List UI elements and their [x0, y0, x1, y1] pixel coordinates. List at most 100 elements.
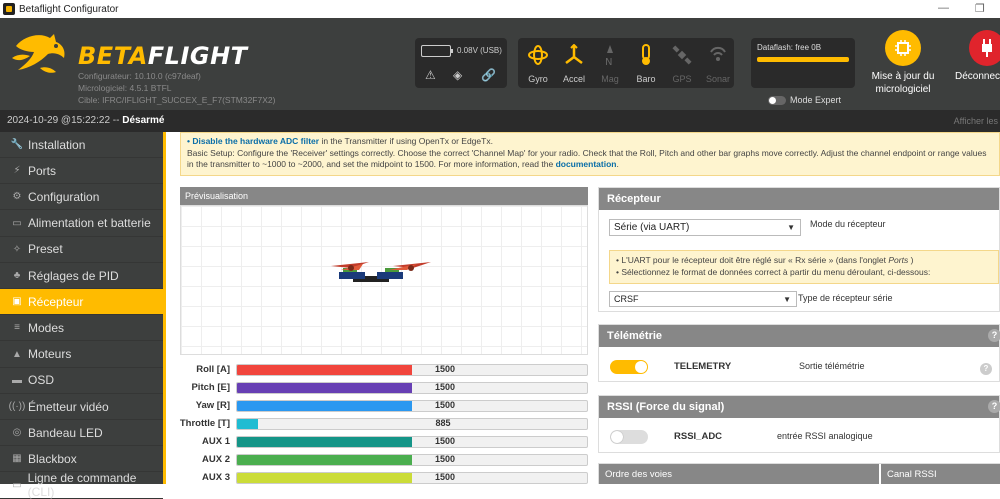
channel-value: 885 [435, 418, 451, 428]
blackbox-icon: ▦ [12, 453, 22, 465]
sidebar-item-ports[interactable]: ⚡ Ports [0, 158, 163, 185]
plug-icon: ⚡ [13, 165, 21, 177]
sidebar-item-récepteur[interactable]: ▣ Récepteur [0, 289, 163, 316]
channel-row: AUX 2 1500 [166, 452, 591, 467]
rssi-feature-name: RSSI_ADC [674, 431, 723, 442]
sidebar-item-preset[interactable]: ✧ Preset [0, 237, 163, 263]
gear-icon: ⚙ [12, 191, 22, 203]
sidebar-item-label: Récepteur [28, 294, 84, 309]
telemetry-toggle[interactable] [610, 360, 648, 374]
sidebar-item-label: Installation [28, 137, 86, 152]
sensor-gyro: Gyro [520, 38, 556, 88]
sidebar-item-installation[interactable]: 🔧 Installation [0, 132, 163, 158]
sensor-mag: N Mag [592, 38, 628, 88]
battery-icon [421, 45, 453, 57]
channel-row: Throttle [T] 885 [166, 416, 591, 431]
dataflash-status: Dataflash: free 0B [751, 38, 855, 88]
disconnect-label: Déconnect [955, 71, 1000, 82]
sidebar-item-label: Ligne de commande (CLI) [27, 471, 137, 499]
bee-logo-icon [12, 34, 65, 73]
sidebar-item-alimentation-et-batterie[interactable]: ▭ Alimentation et batterie [0, 211, 163, 237]
sidebar-item-label: Blackbox [28, 451, 77, 466]
pid-tree-icon: ♣ [13, 270, 21, 281]
accel-icon [565, 44, 583, 64]
modes-icon: ≡ [14, 322, 20, 334]
channel-value: 1500 [435, 454, 456, 464]
channel-value: 1500 [435, 400, 456, 410]
sidebar-item-label: Preset [28, 242, 63, 257]
sidebar-item-label: Bandeau LED [28, 425, 103, 440]
channel-row: Yaw [R] 1500 [166, 398, 591, 413]
expert-mode-label: Mode Expert [790, 95, 842, 105]
sidebar-item-moteurs[interactable]: ▲ Moteurs [0, 342, 163, 368]
help-icon[interactable]: ? [988, 400, 1000, 413]
sidebar-item-label: Moteurs [28, 347, 72, 362]
sensor-status-box: Gyro Accel N Mag Baro GPS Sonar [518, 38, 734, 88]
channel-bar-fill [237, 401, 412, 411]
sensor-accel: Accel [556, 38, 592, 88]
arming-state: Désarmé [122, 115, 165, 126]
channel-bar-fill [237, 473, 412, 483]
receiver-header: Récepteur [599, 188, 999, 210]
sidebar-item-configuration[interactable]: ⚙ Configuration [0, 184, 163, 211]
channel-bar-track [236, 472, 588, 484]
sidebar-item-osd[interactable]: ▬ OSD [0, 368, 163, 394]
receiver-help-note: • Disable the hardware ADC filter in the… [180, 132, 1000, 176]
channel-row: AUX 3 1500 [166, 470, 591, 484]
receiver-mode-select[interactable]: Série (via UART) ▼ [609, 219, 801, 236]
help-icon[interactable]: ? [988, 329, 1000, 342]
wrench-icon: 🔧 [10, 139, 24, 150]
sidebar-item-bandeau-led[interactable]: ◎ Bandeau LED [0, 420, 163, 447]
channel-bar-fill [237, 455, 412, 465]
osd-icon: ▬ [12, 374, 22, 386]
receiver-icon: ▣ [12, 296, 22, 308]
firmware-update-label-2: micrologiciel [875, 84, 931, 95]
sidebar-item-ligne-de-commande-cli[interactable]: ▭ Ligne de commande (CLI) [0, 471, 163, 499]
gyro-icon [528, 45, 548, 65]
documentation-link[interactable]: documentation [556, 159, 617, 169]
led-icon: ◎ [12, 427, 22, 439]
disconnect-button[interactable]: Déconnect [952, 30, 1000, 83]
sidebar-item-émetteur-vidéo[interactable]: ((·)) Émetteur vidéo [0, 394, 163, 420]
channel-row: Roll [A] 1500 [166, 362, 591, 377]
receiver-info-note: • L'UART pour le récepteur doit être rég… [609, 250, 999, 284]
sensor-sonar: Sonar [700, 38, 736, 88]
show-log-link[interactable]: Afficher les [954, 116, 998, 126]
expert-mode-toggle[interactable] [768, 96, 786, 105]
sidebar-item-modes[interactable]: ≡ Modes [0, 315, 163, 342]
channel-bar-fill [237, 383, 412, 393]
channel-label: Yaw [R] [195, 400, 230, 411]
help-icon[interactable]: ? [980, 363, 992, 375]
minimize-button[interactable]: — [938, 2, 949, 14]
adc-filter-note-strong: Disable the hardware ADC filter [192, 136, 320, 146]
chevron-down-icon: ▼ [783, 295, 791, 304]
rssi-header: RSSI (Force du signal)? [599, 396, 1000, 418]
status-datetime: 2024-10-29 @15:22:22 -- [7, 115, 123, 126]
status-text: 2024-10-29 @15:22:22 -- Désarmé [7, 115, 165, 126]
channel-bar-fill [237, 419, 258, 429]
channel-value: 1500 [435, 472, 456, 482]
channel-bar-track [236, 454, 588, 466]
status-bar: 2024-10-29 @15:22:22 -- Désarmé Afficher… [0, 110, 1000, 132]
serial-receiver-type-select[interactable]: CRSF ▼ [609, 291, 797, 307]
sidebar-item-label: OSD [28, 373, 55, 388]
sidebar-item-blackbox[interactable]: ▦ Blackbox [0, 446, 163, 473]
telemetry-panel: Télémétrie? TELEMETRY Sortie télémétrie … [598, 324, 1000, 382]
sidebar-item-label: Alimentation et batterie [28, 216, 151, 231]
channel-bar-fill [237, 365, 412, 375]
firmware-update-button[interactable]: Mise à jour du micrologiciel [865, 30, 941, 96]
brand-beta: BETA [78, 42, 148, 70]
rssi-adc-toggle[interactable] [610, 430, 648, 444]
channel-row: Pitch [E] 1500 [166, 380, 591, 395]
restore-button[interactable]: ❐ [975, 2, 985, 15]
rssi-panel: RSSI (Force du signal)? RSSI_ADC entrée … [598, 395, 1000, 453]
chip-icon [885, 30, 921, 66]
magic-wand-icon: ✧ [12, 243, 22, 255]
chevron-down-icon: ▼ [787, 223, 795, 232]
app-icon [3, 3, 15, 15]
rssi-channel-header: Canal RSSI [881, 464, 1000, 484]
channel-label: Roll [A] [196, 364, 230, 375]
sidebar-item-réglages-de-pid[interactable]: ♣ Réglages de PID [0, 263, 163, 289]
sidebar-nav: 🔧 Installation ⚡ Ports ⚙ Configuration ▭ Alimen… [0, 132, 163, 499]
firmware-version: Micrologiciel: 4.5.1 BTFL [78, 83, 172, 93]
